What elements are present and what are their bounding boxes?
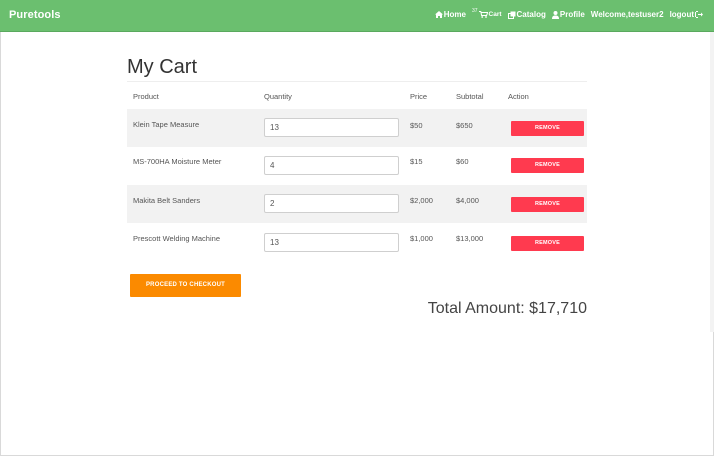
scrollbar-track[interactable] xyxy=(710,32,714,332)
quantity-input[interactable] xyxy=(264,156,399,175)
column-header-product: Product xyxy=(133,92,159,101)
price-value: $15 xyxy=(410,157,423,166)
home-icon xyxy=(434,11,443,18)
column-header-subtotal: Subtotal xyxy=(456,92,484,101)
nav-catalog-label: Catalog xyxy=(516,10,546,19)
price-value: $1,000 xyxy=(410,234,433,243)
cart-container: My Cart Product Quantity Price Subtotal … xyxy=(127,55,587,252)
column-header-price: Price xyxy=(410,92,428,101)
user-icon xyxy=(551,10,559,19)
table-row: Klein Tape Measure $50 $650 REMOVE xyxy=(127,109,587,147)
nav-home-label: Home xyxy=(443,10,466,19)
quantity-input[interactable] xyxy=(264,118,399,137)
remove-button[interactable]: REMOVE xyxy=(511,236,584,251)
table-header: Product Quantity Price Subtotal Action xyxy=(127,85,587,109)
nav-logout[interactable]: logout xyxy=(670,10,704,19)
product-name: MS-700HA Moisture Meter xyxy=(133,157,222,166)
nav-cart-label: Cart xyxy=(488,11,502,18)
brand-logo[interactable]: Puretools xyxy=(9,9,61,21)
table-row: MS-700HA Moisture Meter $15 $60 REMOVE xyxy=(127,147,587,185)
proceed-to-checkout-button[interactable]: PROCEED TO CHECKOUT xyxy=(130,274,241,297)
nav-links: Home 37 Cart Catalog Profile Welcome,tes… xyxy=(434,7,704,19)
remove-button[interactable]: REMOVE xyxy=(511,197,584,212)
nav-welcome-label: Welcome,testuser2 xyxy=(590,10,664,19)
product-name: Klein Tape Measure xyxy=(133,120,200,129)
product-name: Makita Belt Sanders xyxy=(133,196,201,205)
remove-button[interactable]: REMOVE xyxy=(511,158,584,173)
page-title: My Cart xyxy=(127,55,587,82)
subtotal-value: $4,000 xyxy=(456,196,479,205)
quantity-input[interactable] xyxy=(264,233,399,252)
top-navbar: Puretools Home 37 Cart Catalog Profile W… xyxy=(0,0,714,32)
subtotal-value: $13,000 xyxy=(456,234,484,243)
total-amount: Total Amount: $17,710 xyxy=(427,300,587,317)
product-name: Prescott Welding Machine xyxy=(133,234,220,243)
cart-icon xyxy=(478,11,488,18)
catalog-icon xyxy=(507,11,516,19)
nav-welcome: Welcome,testuser2 xyxy=(591,10,664,19)
cart-count-badge: 37 xyxy=(471,7,478,14)
table-row: Makita Belt Sanders $2,000 $4,000 REMOVE xyxy=(127,185,587,223)
column-header-action: Action xyxy=(508,92,529,101)
nav-profile-label: Profile xyxy=(559,10,585,19)
logout-icon xyxy=(695,11,703,18)
nav-profile[interactable]: Profile xyxy=(551,10,585,19)
column-header-quantity: Quantity xyxy=(264,92,292,101)
quantity-input[interactable] xyxy=(264,194,399,213)
subtotal-value: $650 xyxy=(456,121,473,130)
remove-button[interactable]: REMOVE xyxy=(511,121,584,136)
nav-home[interactable]: Home xyxy=(434,10,466,19)
subtotal-value: $60 xyxy=(456,157,469,166)
nav-logout-label: logout xyxy=(669,10,694,19)
nav-catalog[interactable]: Catalog xyxy=(507,10,546,19)
price-value: $50 xyxy=(410,121,423,130)
cart-table: Product Quantity Price Subtotal Action K… xyxy=(127,85,587,261)
nav-cart[interactable]: 37 Cart xyxy=(471,7,502,19)
table-row: Prescott Welding Machine $1,000 $13,000 … xyxy=(127,223,587,261)
price-value: $2,000 xyxy=(410,196,433,205)
